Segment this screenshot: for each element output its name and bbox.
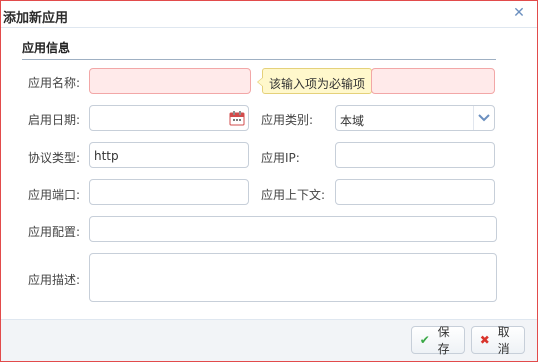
required-tooltip: 该输入项为必输项 xyxy=(256,68,373,94)
app-ip-input[interactable] xyxy=(335,142,495,168)
app-type-label: 应用类别: xyxy=(261,113,314,127)
close-icon[interactable]: ✕ xyxy=(511,5,527,21)
dialog-titlebar: 添加新应用 ✕ xyxy=(1,1,537,28)
app-type-value: 本域 xyxy=(340,114,365,128)
app-name-input[interactable] xyxy=(89,68,251,94)
tooltip-text: 该输入项为必输项 xyxy=(269,77,366,91)
save-label: 保存 xyxy=(437,325,450,356)
dialog-footer: ✔ 保存 ✖ 取消 xyxy=(1,319,537,361)
app-desc-textarea[interactable] xyxy=(89,253,497,302)
cancel-button[interactable]: ✖ 取消 xyxy=(471,325,525,356)
app-config-input[interactable] xyxy=(89,216,497,242)
check-icon: ✔ xyxy=(419,333,430,347)
app-context-input[interactable] xyxy=(335,179,495,205)
app-port-label: 应用端口: xyxy=(28,188,81,202)
calendar-icon[interactable] xyxy=(229,110,245,126)
app-name-error-tail xyxy=(371,68,495,94)
protocol-label: 协议类型: xyxy=(28,151,81,165)
start-date-label: 启用日期: xyxy=(28,113,81,127)
cancel-icon: ✖ xyxy=(479,333,490,347)
app-port-input[interactable] xyxy=(89,179,249,205)
dialog-title: 添加新应用 xyxy=(3,11,69,26)
protocol-value: http xyxy=(94,149,119,163)
cancel-label: 取消 xyxy=(497,325,510,356)
app-desc-label: 应用描述: xyxy=(28,273,81,287)
start-date-input[interactable] xyxy=(89,105,249,131)
save-button[interactable]: ✔ 保存 xyxy=(411,325,465,356)
app-context-label: 应用上下文: xyxy=(261,188,326,202)
app-type-select[interactable]: 本域 xyxy=(335,105,495,131)
app-config-label: 应用配置: xyxy=(28,225,81,239)
chevron-down-icon[interactable] xyxy=(473,106,494,130)
add-app-dialog: 添加新应用 ✕ 应用信息 应用名称: 该输入项为必输项 启用日期: 应用类别: … xyxy=(0,0,538,362)
app-name-label: 应用名称: xyxy=(28,76,81,90)
section-app-info: 应用信息 xyxy=(22,39,496,60)
protocol-input[interactable]: http xyxy=(89,142,249,168)
app-ip-label: 应用IP: xyxy=(261,151,300,165)
section-title: 应用信息 xyxy=(22,39,496,60)
